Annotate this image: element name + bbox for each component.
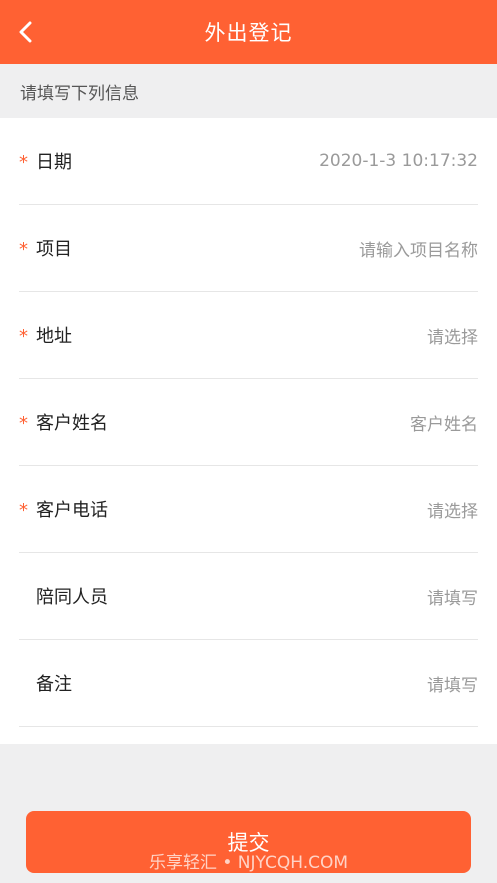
companions-input[interactable]: 请填写 [427,584,478,609]
address-select[interactable]: 请选择 [427,323,478,348]
chevron-left-icon [19,21,32,43]
required-marker: * [19,239,28,260]
row-remarks[interactable]: 备注 请填写 [19,640,478,727]
customer-phone-select[interactable]: 请选择 [427,497,478,522]
companions-label: 陪同人员 [36,587,108,608]
required-marker: * [19,413,28,434]
date-label: 日期 [36,152,72,173]
top-app-bar: 外出登记 [0,0,497,64]
project-label: 项目 [36,239,72,260]
address-label: 地址 [36,326,72,347]
row-customer-name[interactable]: * 客户姓名 客户姓名 [19,379,478,466]
row-project[interactable]: * 项目 请输入项目名称 [19,205,478,292]
row-customer-phone[interactable]: * 客户电话 请选择 [19,466,478,553]
row-date[interactable]: * 日期 2020-1-3 10:17:32 [19,118,478,205]
back-button[interactable] [10,16,42,48]
row-address[interactable]: * 地址 请选择 [19,292,478,379]
required-marker: * [19,500,28,521]
customer-name-label: 客户姓名 [36,413,108,434]
required-marker: * [19,326,28,347]
required-marker: * [19,152,28,173]
remarks-input[interactable]: 请填写 [427,671,478,696]
registration-form: * 日期 2020-1-3 10:17:32 * 项目 请输入项目名称 * 地址… [0,118,497,744]
date-value[interactable]: 2020-1-3 10:17:32 [319,151,478,171]
customer-phone-label: 客户电话 [36,500,108,521]
customer-name-input[interactable]: 客户姓名 [410,410,478,435]
row-companions[interactable]: 陪同人员 请填写 [19,553,478,640]
page-title: 外出登记 [204,21,293,45]
project-input[interactable]: 请输入项目名称 [359,236,478,261]
section-label: 请填写下列信息 [0,64,497,118]
submit-button[interactable]: 提交 [26,811,471,873]
remarks-label: 备注 [36,674,72,695]
